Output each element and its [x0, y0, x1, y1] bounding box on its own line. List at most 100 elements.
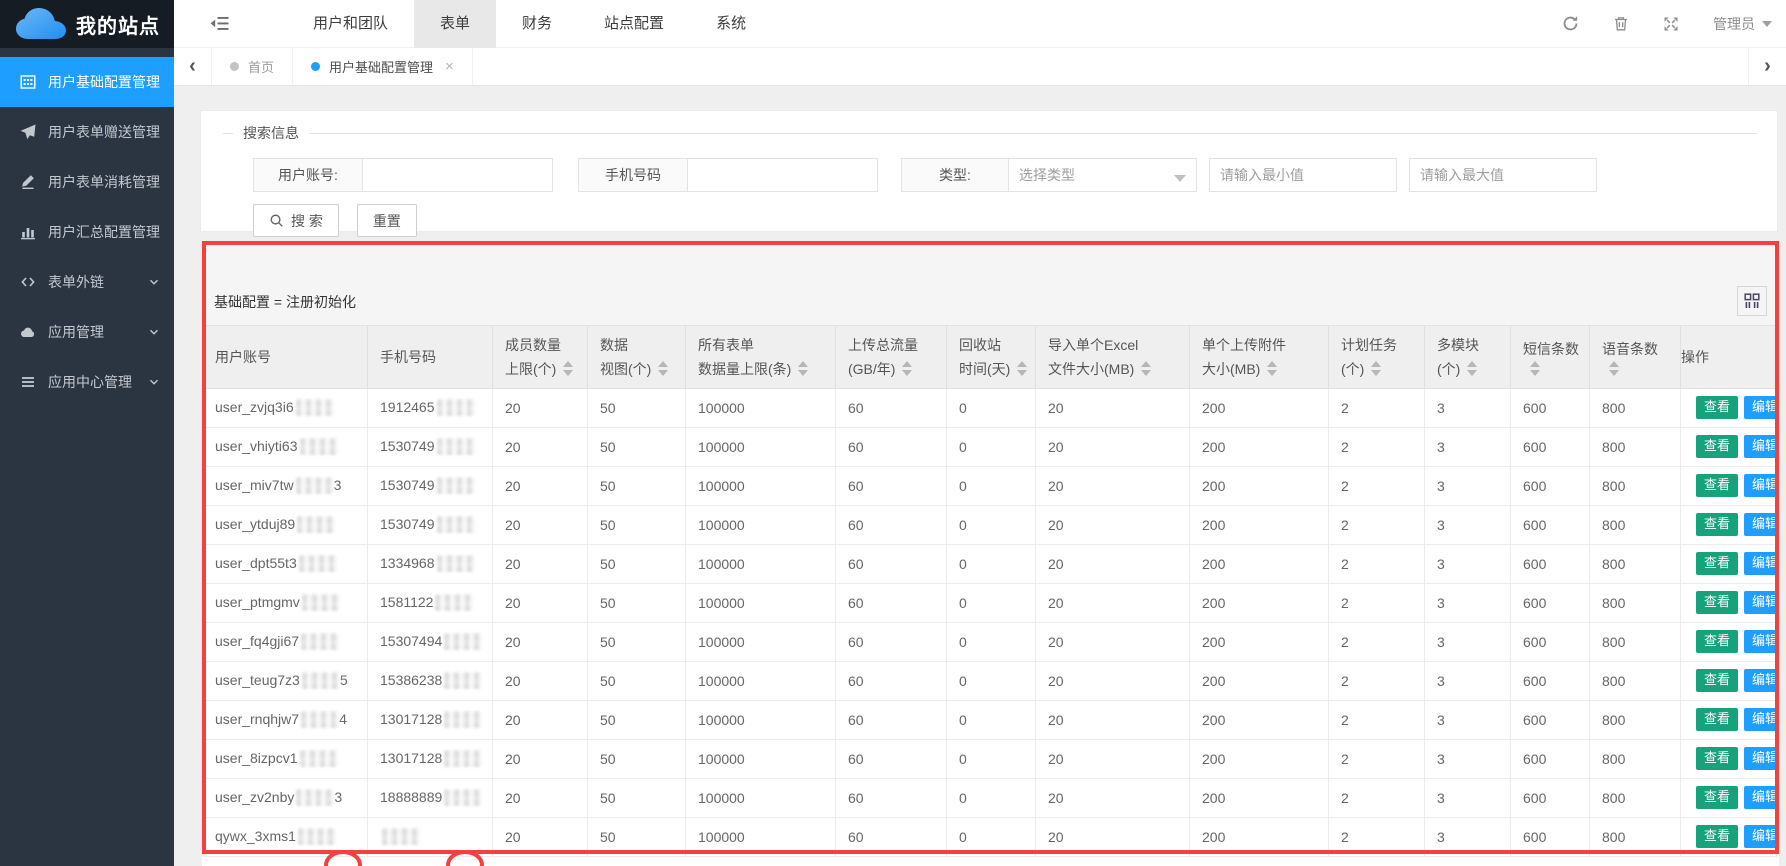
tab[interactable]: 首页 — [212, 48, 293, 85]
column-header[interactable]: 成员数量上限(个) — [493, 326, 588, 388]
column-header[interactable]: 短信条数 — [1511, 326, 1590, 388]
redaction-blur — [302, 672, 340, 689]
sidebar-item[interactable]: 表单外链 — [0, 257, 174, 307]
collapse-sidebar-icon[interactable] — [210, 16, 229, 31]
top-nav-item[interactable]: 系统 — [690, 0, 772, 48]
tabs-scroll-right-icon[interactable]: › — [1748, 48, 1786, 85]
view-button[interactable]: 查看 — [1696, 708, 1738, 730]
sort-icon[interactable] — [1017, 361, 1027, 376]
sidebar-item[interactable]: 用户基础配置管理 — [0, 57, 174, 107]
value-cell: 100000 — [686, 622, 836, 661]
view-button[interactable]: 查看 — [1696, 630, 1738, 652]
top-nav-item[interactable]: 财务 — [496, 0, 578, 48]
edit-button[interactable]: 编辑 — [1744, 396, 1776, 418]
edit-button[interactable]: 编辑 — [1744, 825, 1776, 847]
select-caret-icon — [1174, 175, 1186, 182]
edit-button[interactable]: 编辑 — [1744, 435, 1776, 457]
trash-icon[interactable] — [1613, 15, 1629, 32]
value-cell: 100000 — [686, 466, 836, 505]
edit-button[interactable]: 编辑 — [1744, 786, 1776, 808]
sort-icon[interactable] — [902, 361, 912, 376]
tabs-scroll-left-icon[interactable]: ‹ — [174, 48, 212, 85]
search-button[interactable]: 搜 索 — [253, 204, 339, 237]
view-button[interactable]: 查看 — [1696, 513, 1738, 535]
sidebar-item[interactable]: 用户表单消耗管理 — [0, 157, 174, 207]
edit-button[interactable]: 编辑 — [1744, 474, 1776, 496]
sort-icon[interactable] — [658, 361, 668, 376]
edit-button[interactable]: 编辑 — [1744, 747, 1776, 769]
view-button[interactable]: 查看 — [1696, 435, 1738, 457]
user-menu[interactable]: 管理员 — [1713, 14, 1772, 34]
view-button[interactable]: 查看 — [1696, 669, 1738, 691]
sort-icon[interactable] — [1267, 361, 1277, 376]
edit-button[interactable]: 编辑 — [1744, 669, 1776, 691]
column-header[interactable]: 语音条数 — [1590, 326, 1681, 388]
sort-icon[interactable] — [563, 361, 573, 376]
value-cell: 800 — [1590, 505, 1681, 544]
columns-filter-button[interactable] — [1737, 286, 1767, 316]
value-cell: 2 — [1329, 778, 1425, 817]
sidebar-item[interactable]: 用户汇总配置管理 — [0, 207, 174, 257]
redaction-blur — [296, 477, 334, 494]
column-header[interactable]: 单个上传附件大小(MB) — [1190, 326, 1329, 388]
edit-button[interactable]: 编辑 — [1744, 630, 1776, 652]
edit-button[interactable]: 编辑 — [1744, 591, 1776, 613]
phone-input[interactable] — [688, 158, 878, 192]
redaction-blur — [301, 633, 339, 650]
top-nav-item[interactable]: 表单 — [414, 0, 496, 48]
top-nav-item[interactable]: 用户和团队 — [287, 0, 414, 48]
redaction-blur — [444, 633, 482, 650]
column-header[interactable]: 回收站时间(天) — [947, 326, 1036, 388]
sort-icon[interactable] — [1467, 361, 1477, 376]
value-cell: 100000 — [686, 739, 836, 778]
edit-button[interactable]: 编辑 — [1744, 708, 1776, 730]
sort-icon[interactable] — [1141, 361, 1151, 376]
account-cell: user_teug7z35 — [203, 661, 368, 700]
column-header: 操作 — [1681, 326, 1777, 388]
account-input[interactable] — [363, 158, 553, 192]
value-cell: 3 — [1425, 778, 1511, 817]
type-field: 类型: 选择类型 — [901, 158, 1197, 192]
edit-button[interactable]: 编辑 — [1744, 552, 1776, 574]
view-button[interactable]: 查看 — [1696, 786, 1738, 808]
column-header[interactable]: 计划任务(个) — [1329, 326, 1425, 388]
view-button[interactable]: 查看 — [1696, 747, 1738, 769]
redaction-blur — [437, 555, 475, 572]
top-nav-item[interactable]: 站点配置 — [578, 0, 690, 48]
edit-button[interactable]: 编辑 — [1744, 513, 1776, 535]
view-button[interactable]: 查看 — [1696, 474, 1738, 496]
table-panel-header: 基础配置 = 注册初始化 — [202, 241, 1779, 326]
sort-icon[interactable] — [1371, 361, 1381, 376]
tab-close-icon[interactable]: × — [445, 59, 454, 74]
sort-icon[interactable] — [1609, 361, 1619, 376]
phone-text: 13017128 — [380, 711, 442, 727]
view-button[interactable]: 查看 — [1696, 591, 1738, 613]
tab[interactable]: 用户基础配置管理× — [293, 48, 473, 85]
min-value-input[interactable] — [1209, 158, 1397, 192]
column-header[interactable]: 上传总流量(GB/年) — [836, 326, 947, 388]
max-value-input[interactable] — [1409, 158, 1597, 192]
sort-icon[interactable] — [1530, 361, 1540, 376]
view-button[interactable]: 查看 — [1696, 825, 1738, 847]
sidebar-item[interactable]: 应用管理 — [0, 307, 174, 357]
view-button[interactable]: 查看 — [1696, 396, 1738, 418]
value-cell: 2 — [1329, 388, 1425, 427]
phone-text: 15386238 — [380, 672, 442, 688]
column-header[interactable]: 所有表单数据量上限(条) — [686, 326, 836, 388]
type-select[interactable]: 选择类型 — [1009, 158, 1197, 192]
view-button[interactable]: 查看 — [1696, 552, 1738, 574]
sort-icon[interactable] — [798, 361, 808, 376]
sidebar-item-label: 用户表单消耗管理 — [48, 172, 160, 192]
phone-cell: 1581122 — [368, 583, 493, 622]
refresh-icon[interactable] — [1562, 15, 1579, 32]
sidebar-item[interactable]: 应用中心管理 — [0, 357, 174, 407]
reset-button[interactable]: 重置 — [357, 204, 417, 237]
column-header[interactable]: 导入单个Excel文件大小(MB) — [1036, 326, 1190, 388]
value-cell: 600 — [1511, 544, 1590, 583]
fullscreen-icon[interactable] — [1663, 16, 1679, 32]
value-cell: 200 — [1190, 427, 1329, 466]
account-cell: user_fq4gji67 — [203, 622, 368, 661]
column-header[interactable]: 数据视图(个) — [588, 326, 686, 388]
column-header[interactable]: 多模块(个) — [1425, 326, 1511, 388]
sidebar-item[interactable]: 用户表单赠送管理 — [0, 107, 174, 157]
